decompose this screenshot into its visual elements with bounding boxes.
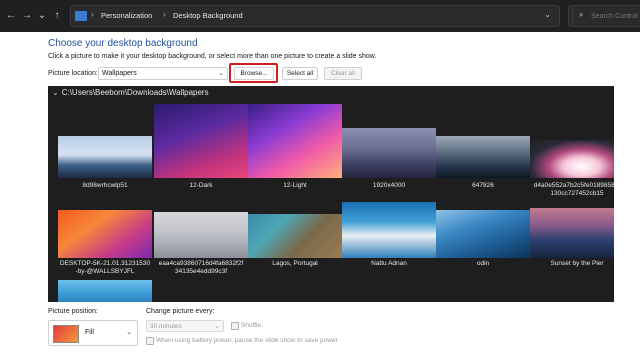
wallpaper-thumbnail [154,104,248,178]
wallpaper-thumbnail [58,280,152,302]
battery-pause-label: When using battery power, pause the slid… [156,337,338,344]
wallpaper-label: d4a0e552a7b2c5fe01898585f [533,182,614,189]
wallpaper-label-line2: 34135e4edd99c3f [174,268,228,275]
wallpaper-thumbnail [530,140,614,178]
picture-location-value: Wallpapers [102,70,137,77]
picture-position-select[interactable]: Fill ⌄ [48,320,138,346]
wallpaper-thumbnail [342,128,436,178]
wallpaper-label: 647826 [472,182,494,189]
folder-header[interactable]: ⌄ C:\Users\Beebom\Downloads\Wallpapers [52,88,209,97]
search-box[interactable]: ⌕ [572,5,640,27]
forward-icon[interactable]: → [20,9,34,23]
address-dropdown-icon[interactable]: ⌄ [544,10,551,19]
change-picture-label: Change picture every: [146,308,215,315]
breadcrumb-desktop-background[interactable]: Desktop Background [173,11,243,20]
browse-button[interactable]: Browse... [234,67,274,80]
page-subtitle: Click a picture to make it your desktop … [48,53,377,60]
wallpaper-label: Nattu Adnan [371,260,407,267]
chevron-down-icon: ⌄ [214,323,220,330]
wallpaper-label: DESKTOP-5K-21.01.31231530 [59,260,151,267]
wallpaper-thumbnail [248,214,342,258]
wallpaper-thumbnail [436,136,530,178]
clear-all-button[interactable]: Clear all [324,67,362,80]
collapse-chevron-icon[interactable]: ⌄ [52,88,59,97]
chevron-right-icon: › [91,10,94,19]
folder-path: C:\Users\Beebom\Downloads\Wallpapers [61,88,209,97]
wallpaper-thumbnail [248,104,342,178]
wallpaper-thumbnail [154,212,248,258]
back-icon[interactable]: ← [4,9,18,23]
picture-position-value: Fill [85,329,94,336]
wallpaper-thumbnail [436,210,530,258]
wallpaper-label: odin [476,260,490,267]
picture-location-select[interactable]: Wallpapers ⌄ [98,67,228,80]
picture-location-label: Picture location: [48,70,98,77]
wallpaper-thumbnail [342,202,436,258]
wallpaper-label: 1920x4000 [372,182,406,189]
change-interval-select[interactable]: 30 minutes ⌄ [146,320,224,332]
wallpaper-label: 8d98wrhcwlp51 [82,182,128,189]
address-field[interactable]: › Personalization › Desktop Background ⌄ [70,5,560,27]
wallpaper-thumbnail [58,210,152,258]
wallpaper-thumbnail [530,208,614,258]
address-bar: ← → ⌄ ↑ › Personalization › Desktop Back… [0,0,640,32]
position-preview-thumbnail [53,325,79,343]
wallpaper-label: Sunset by the Pier [550,260,604,267]
wallpaper-gallery[interactable]: ⌄ C:\Users\Beebom\Downloads\Wallpapers 8d… [48,86,614,302]
wallpaper-thumbnail [58,136,152,178]
page-title: Choose your desktop background [48,38,198,49]
search-icon: ⌕ [579,10,584,19]
up-arrow-icon[interactable]: ↑ [50,9,64,23]
shuffle-checkbox[interactable] [231,322,239,330]
recent-locations-icon[interactable]: ⌄ [35,9,49,23]
shuffle-label: Shuffle [241,322,262,329]
chevron-down-icon: ⌄ [126,329,132,336]
wallpaper-label-line2: 130cc727452cb15 [550,190,604,197]
search-input[interactable] [591,10,640,22]
control-panel-icon [75,11,87,21]
chevron-down-icon: ⌄ [218,70,224,77]
change-interval-value: 30 minutes [150,322,182,330]
wallpaper-label: Lagos, Portugal [272,260,318,267]
breadcrumb-personalization[interactable]: Personalization [101,11,152,20]
wallpaper-label-line2: -by-@WALLSBYJFL [75,268,135,275]
chevron-right-icon: › [163,10,166,19]
select-all-button[interactable]: Select all [282,67,318,80]
picture-position-label: Picture position: [48,308,98,315]
wallpaper-label: 12-Light [283,182,307,189]
wallpaper-label: 12-Dark [189,182,213,189]
wallpaper-label: eaa4ca93860716d4fa6832f2f [158,260,244,267]
battery-pause-checkbox[interactable] [146,337,154,345]
